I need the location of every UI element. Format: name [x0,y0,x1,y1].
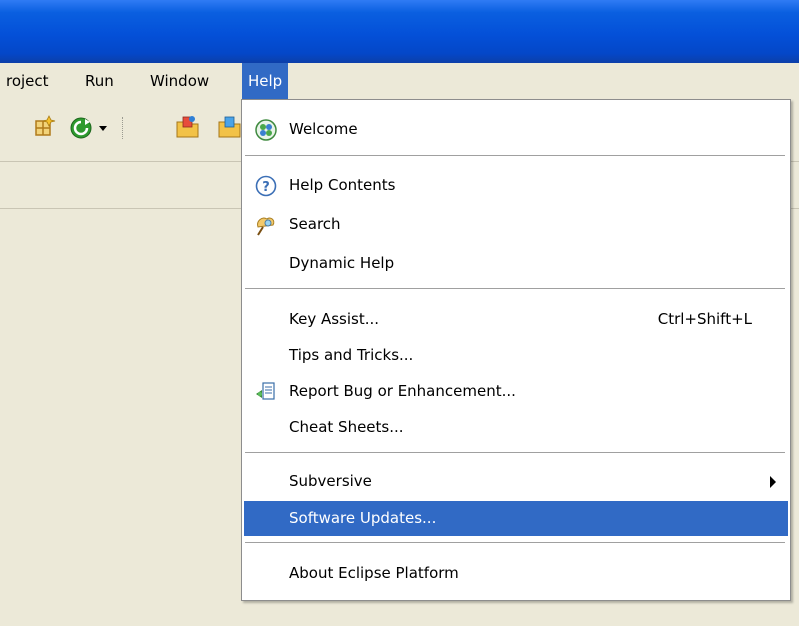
menu-item-label: Dynamic Help [289,254,395,272]
menu-item-label: Key Assist... [289,310,380,328]
menu-separator [245,452,785,454]
report-bug-icon [254,380,278,404]
menu-item-label: Report Bug or Enhancement... [289,382,516,400]
new-class-icon[interactable] [30,113,58,141]
menu-item-label: About Eclipse Platform [289,564,459,582]
menu-item-cheat-sheets[interactable]: Cheat Sheets... [244,410,788,445]
menu-item-label: Search [289,215,341,233]
menu-separator [245,542,785,544]
menu-item-help-contents[interactable]: ? Help Contents [244,168,788,203]
menu-item-software-updates[interactable]: Software Updates... [244,501,788,536]
menu-separator [245,288,785,290]
help-menu-dropdown: Welcome ? Help Contents Search Dynamic H… [241,99,791,601]
menu-item-label: Help Contents [289,176,396,194]
menu-separator [245,155,785,157]
welcome-icon [254,118,278,142]
open-folder-icon[interactable] [216,113,244,141]
menu-run[interactable]: Run [79,63,120,99]
menu-item-search[interactable]: Search [244,207,788,242]
menu-item-tips-and-tricks[interactable]: Tips and Tricks... [244,338,788,373]
toolbar-separator [122,117,126,139]
menu-item-subversive[interactable]: Subversive [244,464,788,499]
menu-item-report-bug[interactable]: Report Bug or Enhancement... [244,374,788,409]
menu-help[interactable]: Help [242,63,289,99]
menu-item-shortcut: Ctrl+Shift+L [657,310,752,328]
open-folder-icon[interactable] [174,113,202,141]
dropdown-arrow-icon[interactable] [96,113,110,141]
menu-item-label: Subversive [289,472,372,490]
menu-item-key-assist[interactable]: Key Assist... Ctrl+Shift+L [244,302,788,337]
menu-item-label: Cheat Sheets... [289,418,404,436]
menu-bar: roject Run Window Help [0,63,799,99]
menu-window[interactable]: Window [144,63,215,99]
search-icon [254,213,278,237]
menu-item-dynamic-help[interactable]: Dynamic Help [244,246,788,281]
window-titlebar [0,0,799,63]
help-icon: ? [254,174,278,198]
run-icon[interactable] [68,113,96,141]
menu-item-label: Tips and Tricks... [289,346,414,364]
menu-item-welcome[interactable]: Welcome [244,112,788,147]
svg-text:?: ? [262,180,270,195]
menu-item-label: Software Updates... [289,509,437,527]
menu-item-label: Welcome [289,120,358,138]
menu-item-about-eclipse[interactable]: About Eclipse Platform [244,556,788,591]
menu-project[interactable]: roject [0,63,55,99]
submenu-arrow-icon [770,476,776,488]
